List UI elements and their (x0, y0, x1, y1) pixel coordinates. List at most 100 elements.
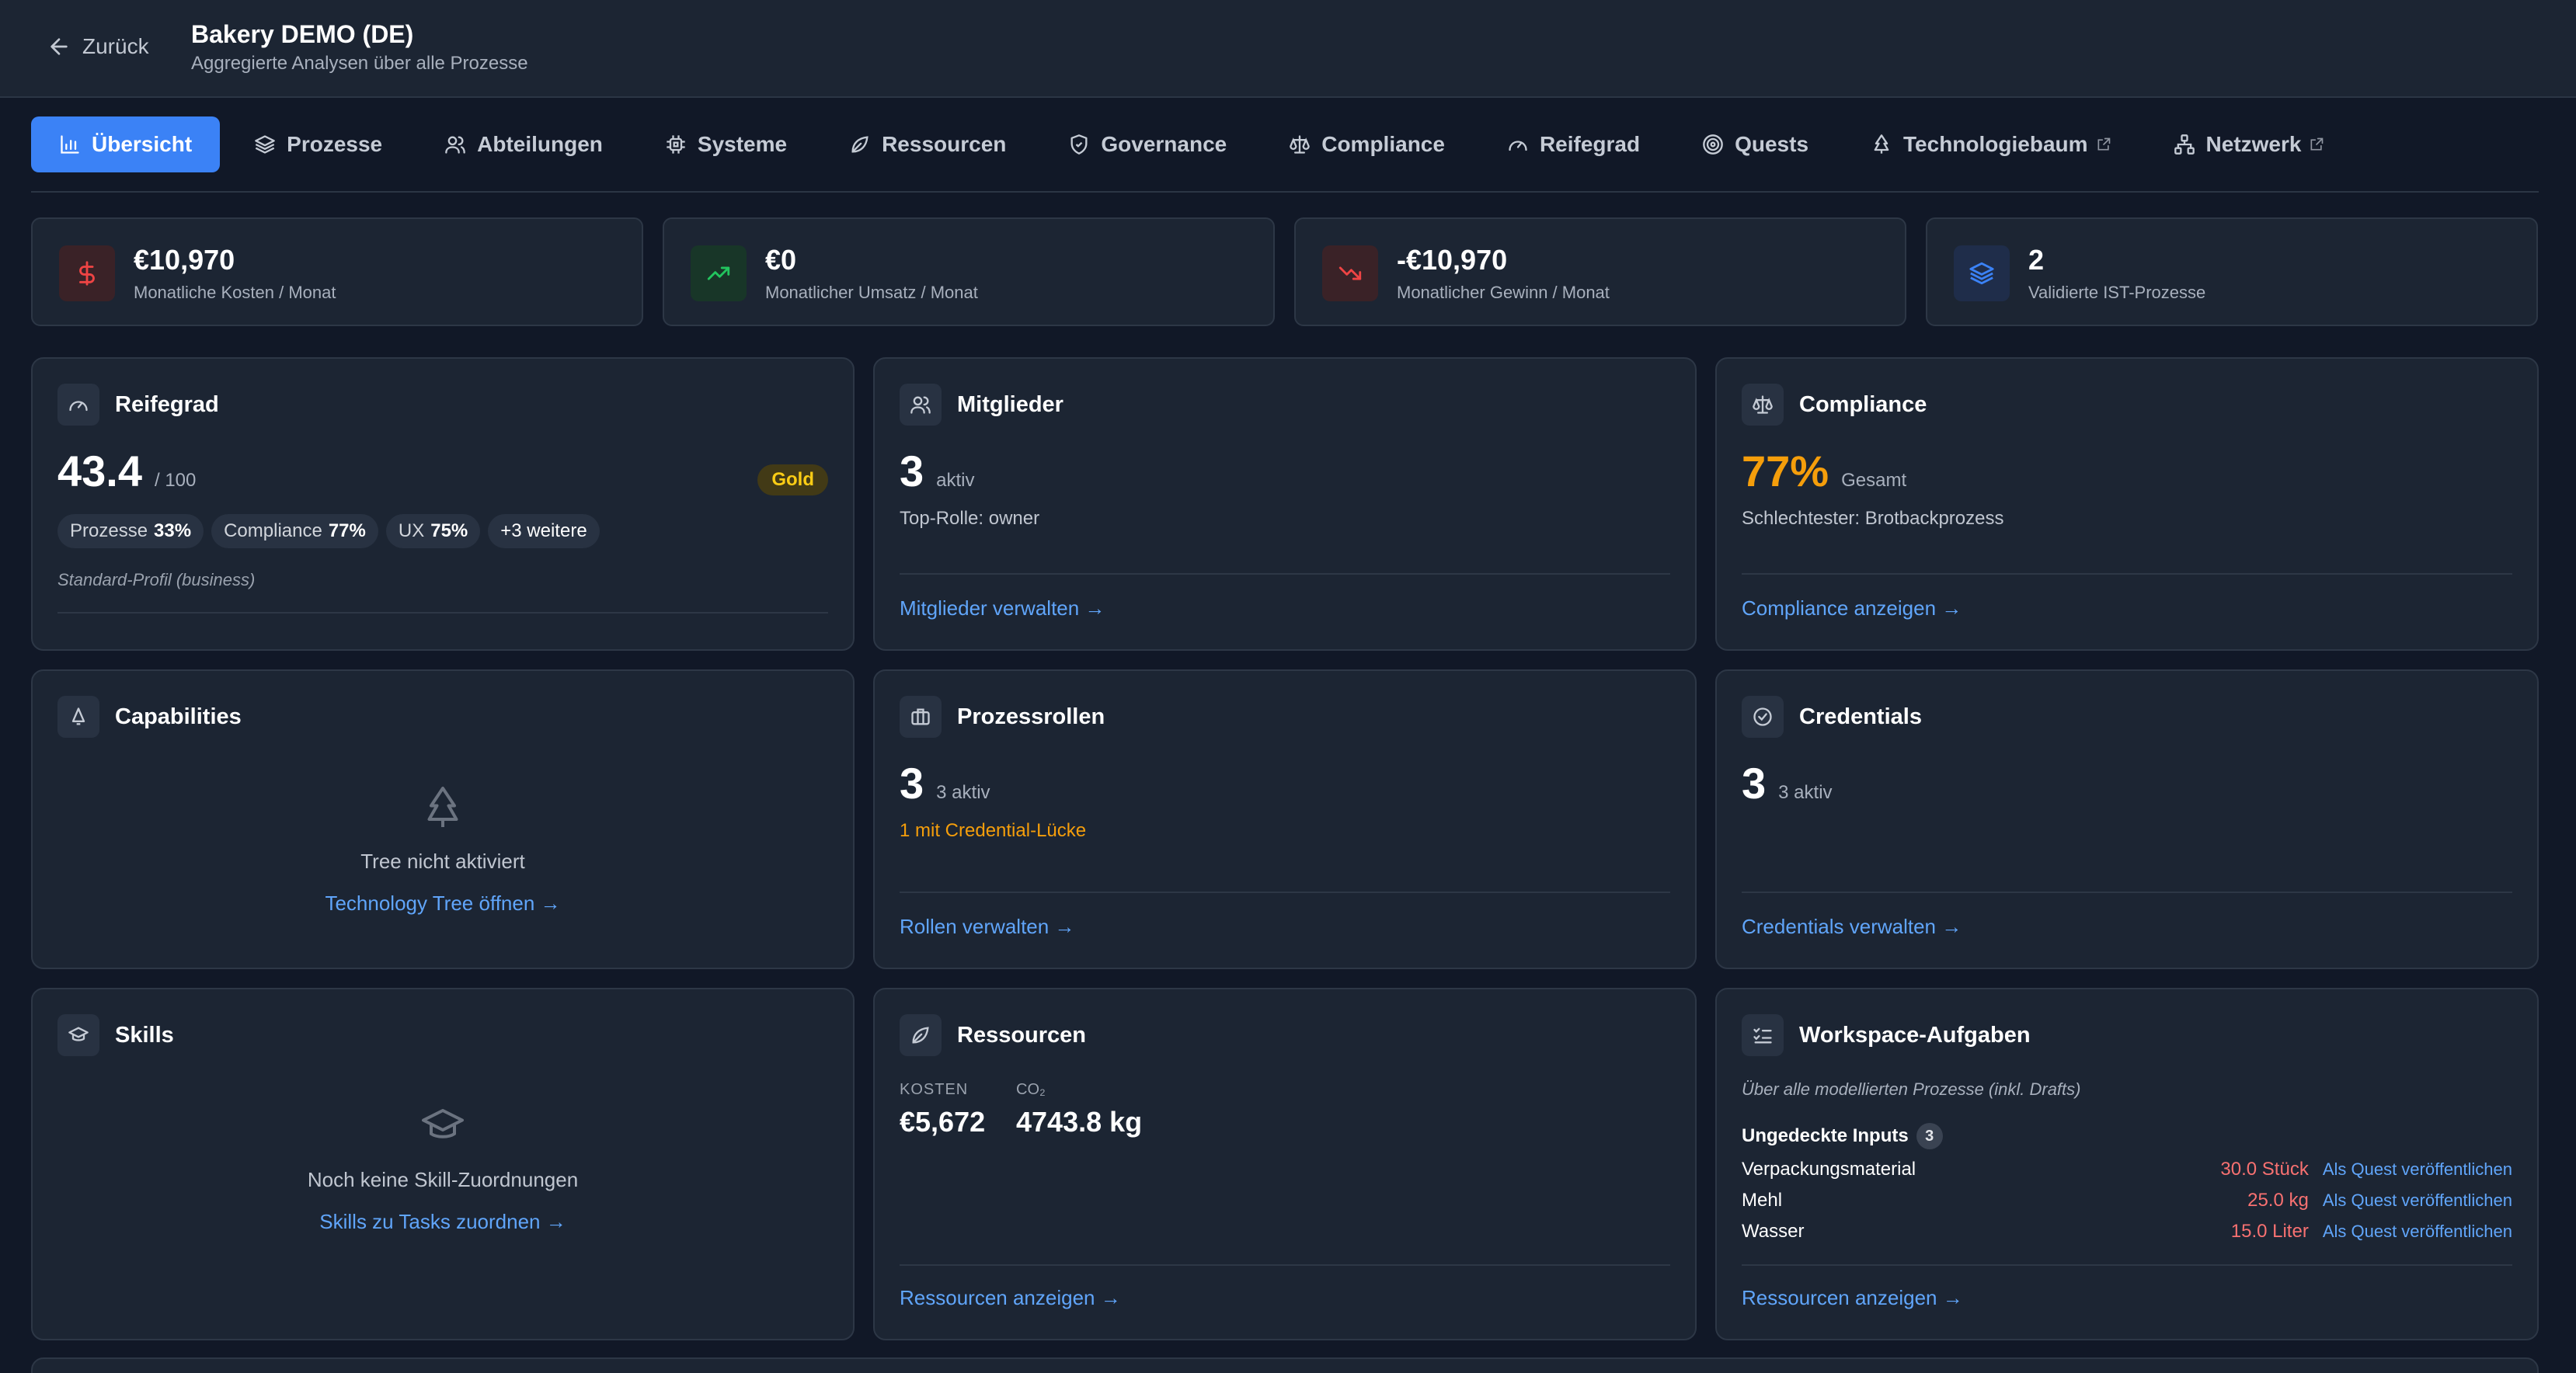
card-workspace-aufgaben: Workspace-Aufgaben Über alle modellierte… (1715, 988, 2539, 1340)
count-value: 3 (900, 447, 924, 495)
card-title: Ressourcen (957, 1022, 1087, 1048)
kpi-value: €0 (765, 244, 797, 276)
page-title: Bakery DEMO (DE) (191, 20, 414, 48)
tab-abteilungen[interactable]: Abteilungen (416, 116, 631, 172)
kpi-monthly-costs: €10,970 Monatliche Kosten / Monat (31, 217, 643, 326)
kpi-label: Monatliche Kosten / Monat (134, 283, 336, 302)
users-icon (910, 396, 931, 414)
list-item: Mehl 25.0 kg Als Quest veröffentlichen (1742, 1185, 2512, 1216)
tab-uebersicht[interactable]: Übersicht (31, 116, 221, 172)
top-bar: Zurück Bakery DEMO (DE) Aggregierte Anal… (0, 0, 2576, 98)
card-header: Skills (57, 1014, 174, 1056)
tab-label: Technologiebaum (1903, 132, 2088, 156)
card-header: Workspace-Aufgaben (1742, 1014, 2031, 1056)
compliance-unit: Gesamt (1841, 470, 1907, 491)
empty-state (33, 784, 853, 835)
graduation-cap-icon (422, 1109, 464, 1138)
tab-label: Übersicht (92, 132, 193, 156)
show-compliance-link[interactable]: Compliance anzeigen → (1742, 596, 1962, 620)
back-button[interactable]: Zurück (47, 34, 149, 59)
back-label: Zurück (82, 34, 149, 58)
cost-label: KOSTEN (900, 1081, 969, 1098)
bell-icon (71, 707, 85, 725)
manage-credentials-link[interactable]: Credentials verwalten → (1742, 915, 1962, 939)
tab-compliance[interactable]: Compliance (1261, 116, 1473, 172)
arrow-left-icon (50, 38, 68, 55)
card-title: Capabilities (115, 704, 242, 729)
graduation-cap-icon (68, 1027, 89, 1041)
card-title: Compliance (1799, 391, 1927, 417)
page-subtitle: Aggregierte Analysen über alle Prozesse (191, 53, 528, 74)
divider (1742, 892, 2512, 893)
card-icon-box (57, 696, 99, 738)
profile-note: Standard-Profil (business) (57, 570, 256, 589)
member-count: 3 aktiv (900, 446, 975, 496)
card-header: Mitglieder (900, 384, 1063, 426)
tab-ressourcen[interactable]: Ressourcen (821, 116, 1034, 172)
card-ressourcen: Ressourcen KOSTEN €5,672 CO₂ 4743.8 kg R… (873, 988, 1697, 1340)
card-credentials: Credentials 3 3 aktiv Credentials verwal… (1715, 669, 2539, 969)
card-title: Reifegrad (115, 391, 219, 417)
tab-prozesse[interactable]: Prozesse (226, 116, 410, 172)
card-skills: Skills Noch keine Skill-Zuordnungen Skil… (31, 988, 855, 1340)
card-icon-box (1742, 1014, 1784, 1056)
manage-roles-link[interactable]: Rollen verwalten → (900, 915, 1074, 939)
tab-systeme[interactable]: Systeme (637, 116, 815, 172)
card-header: Compliance (1742, 384, 1927, 426)
credentials-count: 3 3 aktiv (1742, 758, 1833, 808)
tab-technologiebaum[interactable]: Technologiebaum (1843, 116, 2139, 172)
input-quantity: 15.0 Liter (2230, 1221, 2309, 1242)
divider (57, 612, 828, 614)
pill-compliance: Compliance 77% (211, 514, 378, 548)
list-item: Wasser 15.0 Liter Als Quest veröffentlic… (1742, 1216, 2512, 1247)
external-link-icon (2097, 137, 2110, 151)
input-name: Mehl (1742, 1190, 1783, 1211)
uncovered-inputs-header: Ungedeckte Inputs 3 (1742, 1123, 1943, 1149)
badge-check-icon (1753, 707, 1772, 726)
more-pills-button[interactable]: +3 weitere (488, 514, 600, 548)
divider (1742, 573, 2512, 575)
tab-reifegrad[interactable]: Reifegrad (1479, 116, 1668, 172)
credential-gap-note: 1 mit Credential-Lücke (900, 820, 1087, 841)
card-header: Prozessrollen (900, 696, 1105, 738)
card-icon-box (900, 384, 942, 426)
empty-text: Tree nicht aktiviert (360, 850, 525, 873)
co2-value: 4743.8 kg (1016, 1106, 1143, 1138)
show-resources-link[interactable]: Ressourcen anzeigen → (1742, 1286, 1963, 1310)
gauge-icon (69, 401, 88, 412)
publish-quest-link[interactable]: Als Quest veröffentlichen (2323, 1222, 2512, 1242)
kpi-label: Validierte IST-Prozesse (2028, 283, 2206, 302)
tab-label: Netzwerk (2205, 132, 2302, 156)
compliance-value: 77% (1742, 447, 1829, 495)
level-badge: Gold (757, 464, 828, 495)
kpi-label: Monatlicher Umsatz / Monat (765, 283, 978, 302)
open-tech-tree-link[interactable]: Technology Tree öffnen → (325, 892, 560, 915)
pill-value: 33% (154, 520, 192, 541)
tab-label: Quests (1735, 132, 1809, 156)
card-prozessrollen: Prozessrollen 3 3 aktiv 1 mit Credential… (873, 669, 1697, 969)
show-resources-link[interactable]: Ressourcen anzeigen → (900, 1286, 1121, 1310)
gauge-icon (1509, 141, 1527, 151)
scale-icon (1753, 395, 1773, 414)
publish-quest-link[interactable]: Als Quest veröffentlichen (2323, 1159, 2512, 1180)
kpi-monthly-revenue: €0 Monatlicher Umsatz / Monat (663, 217, 1275, 326)
kpi-icon-box (59, 245, 115, 301)
card-icon-box (57, 1014, 99, 1056)
card-title: Skills (115, 1022, 174, 1048)
manage-members-link[interactable]: Mitglieder verwalten → (900, 596, 1105, 620)
tab-bar: Übersicht Prozesse Abteilungen Systeme R… (31, 116, 2539, 193)
tab-quests[interactable]: Quests (1674, 116, 1836, 172)
pill-label: UX (398, 520, 425, 541)
pill-value: 75% (430, 520, 468, 541)
card-compliance: Compliance 77% Gesamt Schlechtester: Bro… (1715, 357, 2539, 651)
divider (900, 573, 1670, 575)
pill-label: Prozesse (70, 520, 148, 541)
publish-quest-link[interactable]: Als Quest veröffentlichen (2323, 1191, 2512, 1211)
tab-netzwerk[interactable]: Netzwerk (2146, 116, 2353, 172)
tab-label: Governance (1101, 132, 1227, 156)
tab-governance[interactable]: Governance (1040, 116, 1255, 172)
top-role: Top-Rolle: owner (900, 508, 1040, 529)
dollar-icon (79, 261, 95, 286)
divider (900, 1264, 1670, 1266)
assign-skills-link[interactable]: Skills zu Tasks zuordnen → (319, 1210, 566, 1233)
